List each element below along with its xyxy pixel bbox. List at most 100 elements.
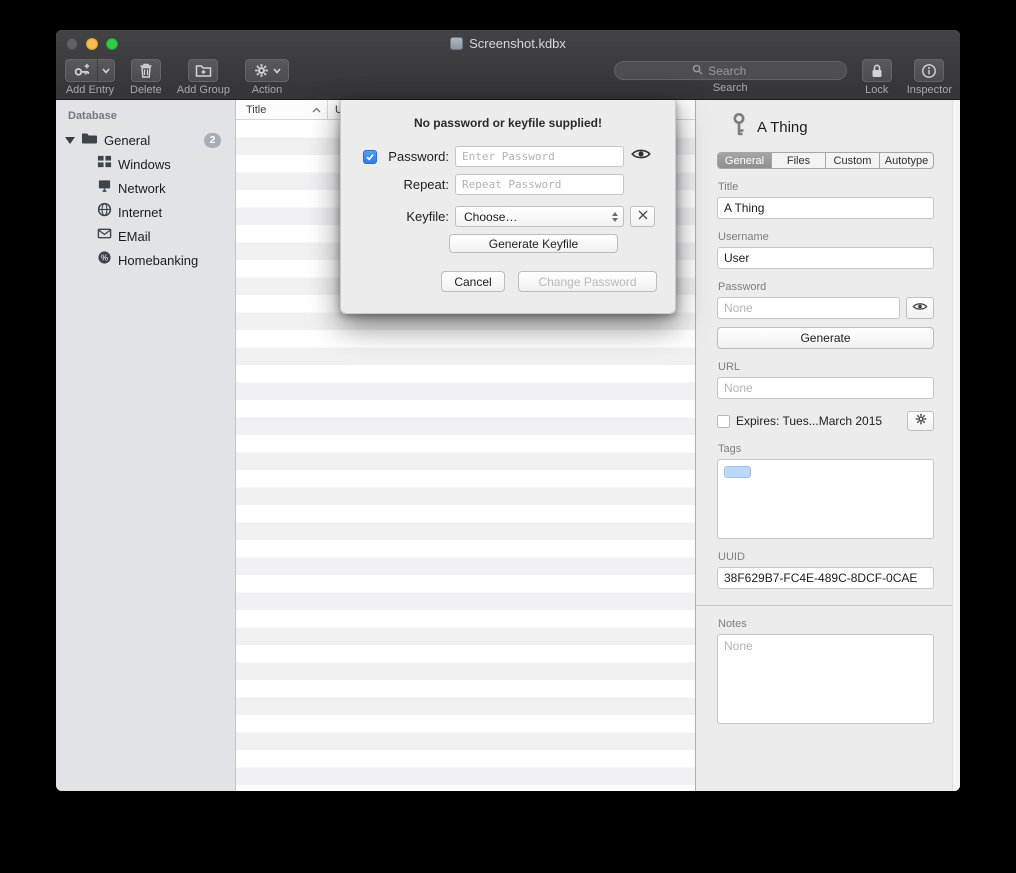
sidebar-item-label: General bbox=[104, 133, 150, 148]
inspector-panel: A Thing General Files Custom Autotype Ti… bbox=[695, 100, 960, 791]
svg-text:%: % bbox=[101, 253, 108, 262]
generate-password-button[interactable]: Generate bbox=[717, 327, 934, 349]
add-group-button[interactable] bbox=[188, 59, 218, 82]
windows-icon bbox=[97, 154, 112, 174]
sidebar-item-general[interactable]: General 2 bbox=[56, 128, 235, 152]
sidebar-item-homebanking[interactable]: % Homebanking bbox=[56, 248, 235, 272]
uuid-label: UUID bbox=[718, 551, 934, 563]
generate-keyfile-button[interactable]: Generate Keyfile bbox=[449, 234, 618, 253]
cancel-button[interactable]: Cancel bbox=[441, 271, 505, 292]
eye-icon bbox=[630, 147, 652, 166]
stepper-icon bbox=[612, 212, 618, 222]
add-entry-dropdown[interactable] bbox=[98, 59, 115, 82]
toolbar: Add Entry Delete bbox=[56, 57, 960, 100]
app-window: Screenshot.kdbx bbox=[56, 30, 960, 791]
sidebar-item-windows[interactable]: Windows bbox=[56, 152, 235, 176]
search-label: Search bbox=[713, 82, 748, 94]
repeat-label: Repeat: bbox=[383, 177, 449, 192]
tags-field[interactable] bbox=[717, 459, 934, 539]
username-field[interactable] bbox=[717, 247, 934, 269]
add-entry-tool: Add Entry bbox=[65, 59, 115, 96]
search-tool: Search bbox=[614, 59, 847, 94]
tab-files[interactable]: Files bbox=[771, 153, 825, 168]
url-label: URL bbox=[718, 361, 934, 373]
tag-token[interactable] bbox=[724, 466, 751, 478]
keyfile-popup[interactable]: Choose… bbox=[455, 206, 624, 227]
inspector-button[interactable] bbox=[914, 59, 944, 82]
change-password-button[interactable]: Change Password bbox=[518, 271, 657, 292]
notes-field[interactable] bbox=[717, 634, 934, 724]
inspector-tool: Inspector bbox=[907, 59, 952, 96]
action-label: Action bbox=[252, 84, 283, 96]
column-header-title[interactable]: Title bbox=[236, 100, 328, 119]
add-group-tool: Add Group bbox=[177, 59, 230, 96]
url-field[interactable] bbox=[717, 377, 934, 399]
expires-row: Expires: Tues...March 2015 bbox=[717, 411, 934, 431]
password-row: Password: bbox=[341, 146, 675, 167]
chevron-down-icon bbox=[102, 68, 110, 74]
homebanking-coin-icon: % bbox=[97, 250, 112, 270]
trash-icon bbox=[138, 62, 154, 79]
sidebar-item-email[interactable]: EMail bbox=[56, 224, 235, 248]
tab-general[interactable]: General bbox=[718, 153, 771, 168]
delete-label: Delete bbox=[130, 84, 162, 96]
sidebar-item-label: Homebanking bbox=[118, 253, 198, 268]
key-plus-icon bbox=[73, 63, 91, 79]
expires-checkbox[interactable] bbox=[717, 415, 730, 428]
delete-tool: Delete bbox=[130, 59, 162, 96]
add-entry-label: Add Entry bbox=[66, 84, 114, 96]
keyfile-row: Keyfile: Choose… bbox=[341, 206, 675, 227]
sidebar-item-label: Internet bbox=[118, 205, 162, 220]
gear-icon bbox=[253, 62, 270, 79]
search-input[interactable] bbox=[708, 64, 768, 78]
delete-button[interactable] bbox=[131, 59, 161, 82]
password-field[interactable] bbox=[717, 297, 900, 319]
reveal-password-button[interactable] bbox=[906, 297, 934, 319]
enter-password-input[interactable] bbox=[455, 146, 624, 167]
tab-autotype[interactable]: Autotype bbox=[879, 153, 933, 168]
lock-button[interactable] bbox=[862, 59, 892, 82]
password-label: Password bbox=[718, 281, 934, 293]
lock-label: Lock bbox=[865, 84, 888, 96]
username-label: Username bbox=[718, 231, 934, 243]
key-icon bbox=[729, 112, 749, 143]
inspector-scrollbar[interactable] bbox=[952, 100, 960, 791]
sort-ascending-icon bbox=[312, 107, 321, 113]
disclosure-triangle-icon[interactable] bbox=[65, 137, 75, 144]
inspector-tabs: General Files Custom Autotype bbox=[717, 152, 934, 169]
email-envelope-icon bbox=[97, 226, 112, 246]
sidebar: Database General 2 Window bbox=[56, 100, 236, 791]
folder-icon bbox=[81, 131, 98, 150]
keyfile-label: Keyfile: bbox=[383, 209, 449, 224]
document-icon bbox=[450, 37, 463, 50]
zoom-button[interactable] bbox=[106, 38, 118, 50]
inspector-header: A Thing bbox=[729, 114, 934, 140]
inspector-divider bbox=[696, 605, 960, 606]
sidebar-item-label: Windows bbox=[118, 157, 171, 172]
repeat-password-input[interactable] bbox=[455, 174, 624, 195]
tab-custom[interactable]: Custom bbox=[825, 153, 879, 168]
sidebar-item-internet[interactable]: Internet bbox=[56, 200, 235, 224]
expires-options-button[interactable] bbox=[907, 411, 934, 431]
close-button[interactable] bbox=[66, 38, 78, 50]
add-entry-button[interactable] bbox=[65, 59, 98, 82]
lock-icon bbox=[870, 63, 884, 79]
window-title: Screenshot.kdbx bbox=[469, 36, 566, 51]
reveal-password-button[interactable] bbox=[630, 147, 664, 166]
change-password-sheet: No password or keyfile supplied! Passwor… bbox=[340, 100, 676, 314]
sheet-message: No password or keyfile supplied! bbox=[341, 116, 675, 130]
clear-keyfile-button[interactable] bbox=[630, 206, 655, 227]
password-checkbox[interactable] bbox=[363, 150, 377, 164]
password-label: Password: bbox=[383, 149, 449, 164]
titlebar[interactable]: Screenshot.kdbx bbox=[56, 30, 960, 57]
title-label: Title bbox=[718, 181, 934, 193]
notes-label: Notes bbox=[718, 618, 934, 630]
uuid-field[interactable] bbox=[717, 567, 934, 589]
search-field[interactable] bbox=[614, 61, 847, 80]
action-button[interactable] bbox=[245, 59, 289, 82]
sidebar-item-network[interactable]: Network bbox=[56, 176, 235, 200]
close-x-icon bbox=[637, 208, 649, 226]
tags-label: Tags bbox=[718, 443, 934, 455]
title-field[interactable] bbox=[717, 197, 934, 219]
minimize-button[interactable] bbox=[86, 38, 98, 50]
